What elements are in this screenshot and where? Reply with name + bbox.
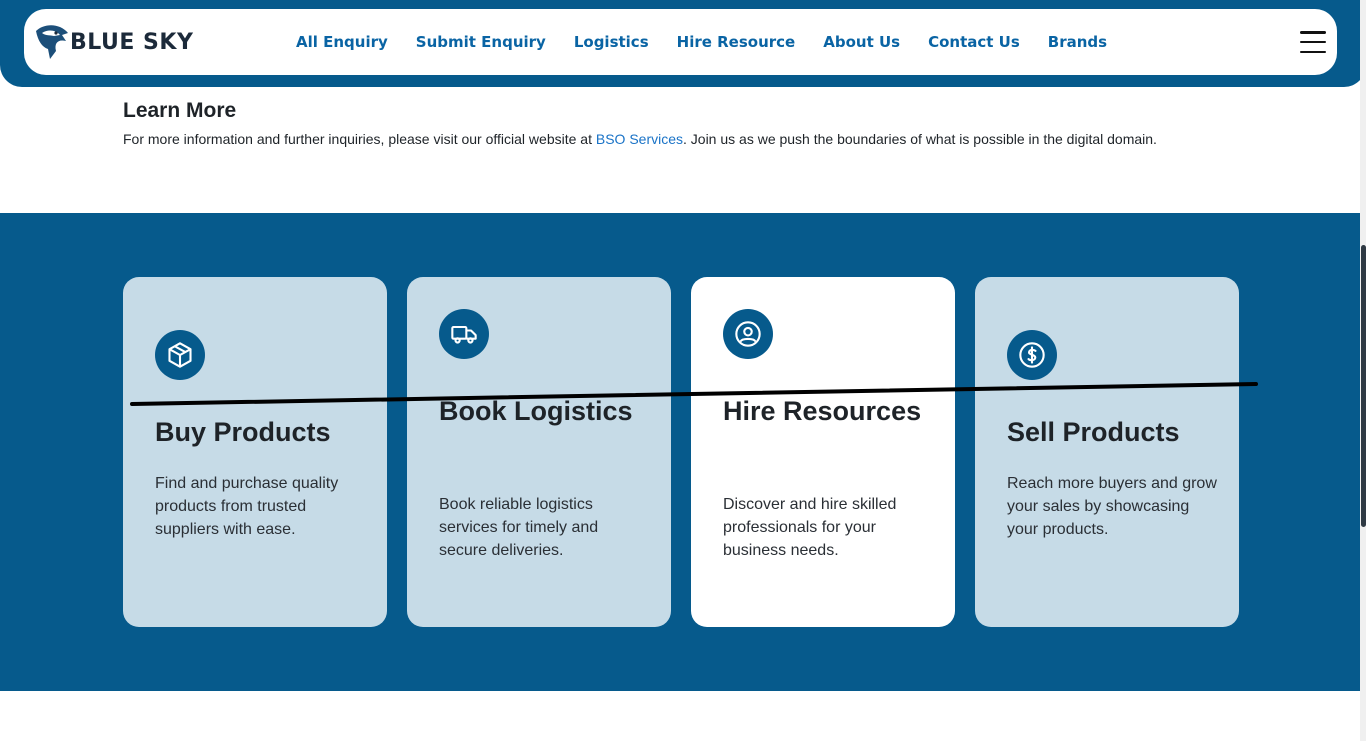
learn-more-text: For more information and further inquiri…: [123, 131, 1157, 147]
card-description: Discover and hire skilled professionals …: [723, 496, 897, 559]
nav-all-enquiry[interactable]: All Enquiry: [296, 33, 388, 51]
card-buy-products[interactable]: Buy Products Find and purchase quality p…: [123, 277, 387, 627]
card-title: Hire Resources: [723, 396, 922, 426]
scrollbar-thumb[interactable]: [1361, 245, 1366, 527]
card-description: Reach more buyers and grow your sales by…: [1007, 475, 1217, 538]
learn-more-text-after: . Join us as we push the boundaries of w…: [683, 131, 1157, 147]
dollar-icon: [1007, 330, 1057, 380]
nav-hire-resource[interactable]: Hire Resource: [677, 33, 796, 51]
bso-services-link[interactable]: BSO Services: [596, 131, 683, 147]
box-icon: [155, 330, 205, 380]
nav-about-us[interactable]: About Us: [823, 33, 900, 51]
card-title: Book Logistics: [439, 396, 633, 426]
nav-brands[interactable]: Brands: [1048, 33, 1107, 51]
learn-more-text-before: For more information and further inquiri…: [123, 131, 596, 147]
card-title: Sell Products: [1007, 417, 1180, 447]
navbar: BLUE SKY All Enquiry Submit Enquiry Logi…: [24, 9, 1337, 75]
learn-more-heading: Learn More: [123, 99, 237, 122]
brand-name: BLUE SKY: [70, 29, 194, 55]
card-description: Book reliable logistics services for tim…: [439, 496, 599, 559]
nav-logistics[interactable]: Logistics: [574, 33, 649, 51]
card-hire-resources[interactable]: Hire Resources Discover and hire skilled…: [691, 277, 955, 627]
card-book-logistics[interactable]: Book Logistics Book reliable logistics s…: [407, 277, 671, 627]
nav-links: All Enquiry Submit Enquiry Logistics Hir…: [296, 9, 1135, 75]
truck-icon: [439, 309, 489, 359]
hamburger-icon[interactable]: [1300, 31, 1326, 53]
nav-submit-enquiry[interactable]: Submit Enquiry: [416, 33, 546, 51]
card-description: Find and purchase quality products from …: [155, 475, 339, 538]
card-sell-products[interactable]: Sell Products Reach more buyers and grow…: [975, 277, 1239, 627]
learn-more-section: Learn More For more information and furt…: [123, 99, 1157, 147]
card-title: Buy Products: [155, 417, 331, 447]
user-circle-icon: [723, 309, 773, 359]
nav-contact-us[interactable]: Contact Us: [928, 33, 1020, 51]
eagle-icon: [36, 25, 68, 59]
brand-logo[interactable]: BLUE SKY: [32, 21, 212, 63]
